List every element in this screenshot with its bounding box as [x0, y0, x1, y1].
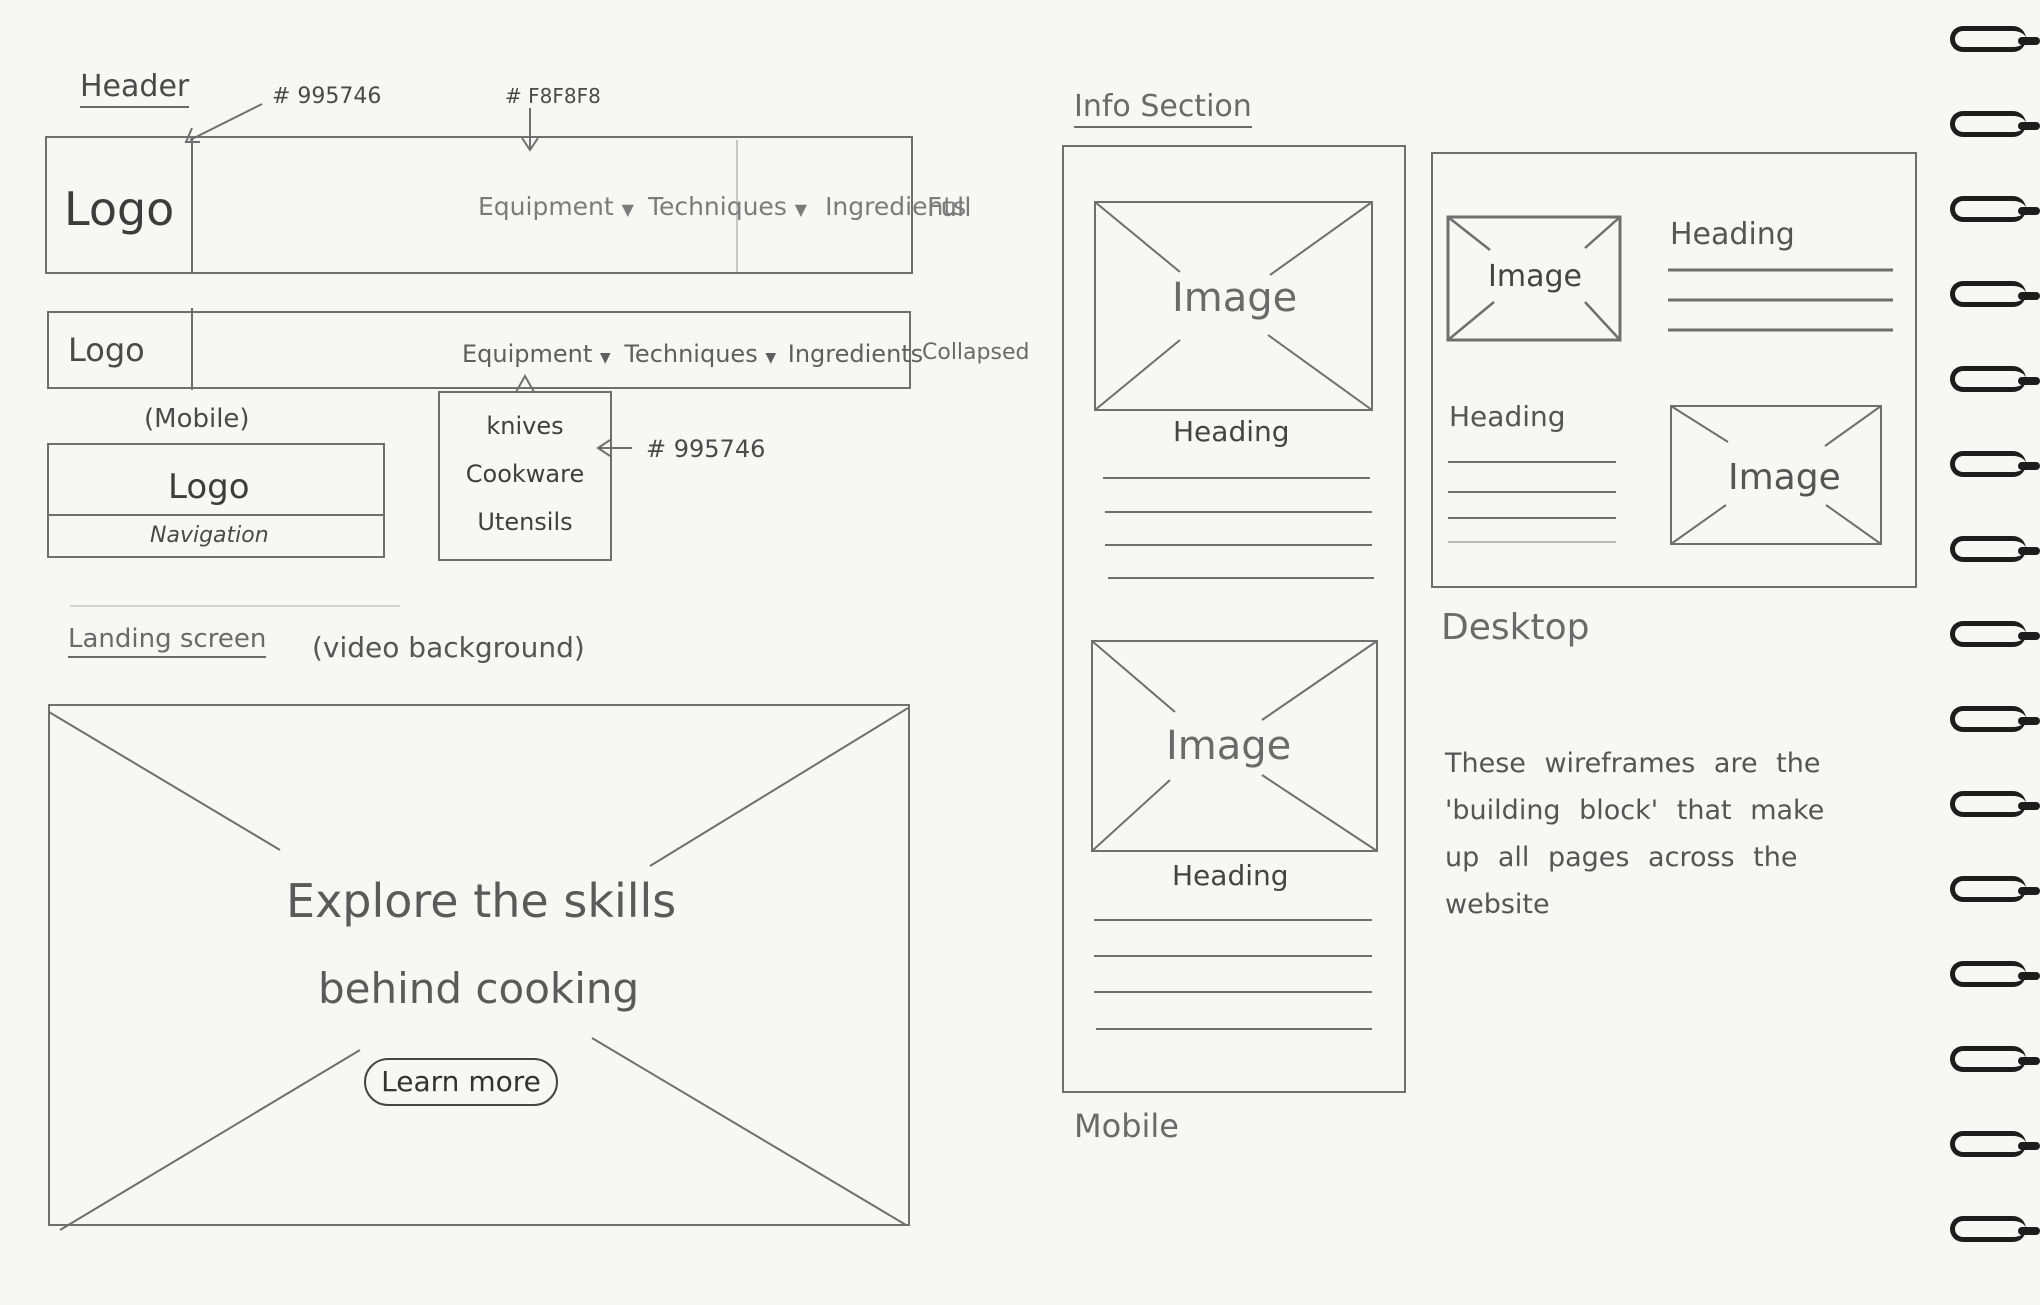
landing-section-note: (video background)	[312, 631, 585, 664]
header-collapsed-logo: Logo	[68, 331, 145, 369]
wireframe-note: These wireframes are the 'building block…	[1445, 740, 1824, 928]
header-section-title: Header	[80, 72, 190, 108]
header-full-logo: Logo	[64, 182, 175, 236]
spiral-coil	[1950, 281, 2040, 307]
spiral-coil	[1950, 111, 2040, 137]
note-line: These wireframes are the	[1445, 748, 1821, 779]
spiral-coil	[1950, 791, 2040, 817]
info-desktop-heading1: Heading	[1670, 217, 1795, 252]
chevron-down-icon: ▼	[765, 350, 777, 366]
spiral-coil	[1950, 706, 2040, 732]
spiral-coil	[1950, 451, 2040, 477]
header-collapsed-nav-equipment[interactable]: Equipment	[462, 340, 592, 368]
header-collapsed-nav-techniques[interactable]: Techniques	[624, 340, 757, 368]
info-mobile-heading1: Heading	[1173, 415, 1290, 448]
color-label-logo: # 995746	[272, 84, 382, 109]
landing-cross-b	[649, 707, 909, 867]
spiral-coil	[1950, 621, 2040, 647]
spiral-coil	[1950, 1131, 2040, 1157]
dropdown-item-cookware[interactable]: Cookware	[440, 450, 610, 498]
header-collapsed-state-label: Collapsed	[922, 340, 1030, 365]
dropdown-item-utensils[interactable]: Utensils	[440, 498, 610, 546]
note-line: up all pages across the	[1445, 842, 1798, 873]
landing-cross-a	[48, 711, 281, 851]
spiral-coil	[1950, 536, 2040, 562]
dropdown-item-knives[interactable]: knives	[440, 402, 610, 450]
header-mobile-logo: Logo	[168, 467, 250, 507]
spiral-coil	[1950, 1216, 2040, 1242]
info-desktop-image1-label: Image	[1488, 259, 1582, 294]
header-mobile-navigation[interactable]: Navigation	[150, 525, 269, 547]
header-full-nav-equipment[interactable]: Equipment	[478, 192, 614, 221]
info-mobile-heading2: Heading	[1172, 859, 1289, 892]
header-mobile-label: (Mobile)	[144, 404, 250, 434]
info-mobile-label: Mobile	[1074, 1107, 1179, 1145]
header-full-state-label: Full	[927, 193, 972, 223]
info-desktop-heading2: Heading	[1449, 400, 1566, 433]
learn-more-button[interactable]: Learn more	[364, 1058, 558, 1106]
info-mobile-image2-label: Image	[1166, 723, 1292, 769]
landing-headline-line1: Explore the skills	[286, 874, 677, 928]
header-collapsed-nav: Equipment ▼ Techniques ▼ Ingredients	[462, 340, 923, 368]
header-full-nav-techniques[interactable]: Techniques	[648, 192, 787, 221]
landing-section-title: Landing screen	[68, 626, 267, 658]
spiral-coil	[1950, 196, 2040, 222]
spiral-coil	[1950, 961, 2040, 987]
info-section-title: Info Section	[1074, 92, 1252, 128]
landing-cross-c	[59, 1049, 361, 1231]
chevron-down-icon: ▼	[599, 350, 611, 366]
spiral-binding	[1950, 0, 2040, 1305]
dropdown-menu: knives Cookware Utensils	[440, 402, 610, 546]
spiral-coil	[1950, 1046, 2040, 1072]
header-collapsed-nav-ingredients[interactable]: Ingredients	[788, 340, 923, 368]
color-label-dropdown: # 995746	[646, 435, 766, 463]
info-desktop-image2-label: Image	[1728, 457, 1841, 498]
color-label-nav: # F8F8F8	[505, 84, 601, 108]
spiral-coil	[1950, 366, 2040, 392]
chevron-down-icon: ▼	[621, 200, 634, 219]
note-line: website	[1445, 889, 1550, 920]
spiral-coil	[1950, 26, 2040, 52]
landing-headline-line2: behind cooking	[318, 964, 640, 1013]
header-full-nav: Equipment ▼ Techniques ▼ Ingredients	[478, 192, 966, 221]
note-line: 'building block' that make	[1445, 795, 1825, 826]
arrow-logo-color	[189, 103, 263, 141]
spiral-coil	[1950, 876, 2040, 902]
info-mobile-image1-label: Image	[1172, 275, 1298, 321]
chevron-down-icon: ▼	[794, 200, 808, 219]
info-desktop-label: Desktop	[1441, 607, 1590, 648]
landing-cross-d	[591, 1037, 907, 1226]
sketch-canvas	[45, 103, 1917, 1231]
